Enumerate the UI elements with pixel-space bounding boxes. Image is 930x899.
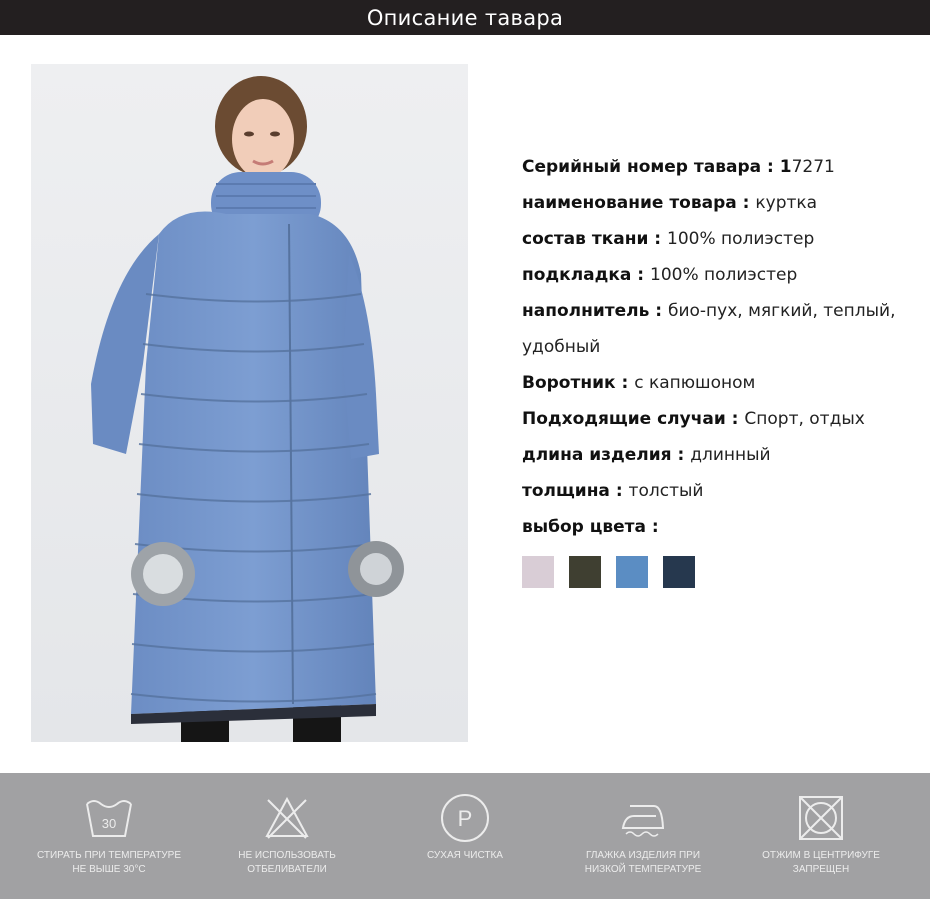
spec-list: Серийный номер тавара : 17271 наименован… <box>522 149 912 545</box>
spec-filler: наполнитель : био-пух, мягкий, теплый, у… <box>522 301 896 357</box>
spec-color-choice: выбор цвета : <box>522 517 659 537</box>
color-swatch-navy[interactable] <box>663 556 695 588</box>
wash-30-icon: 30 <box>84 791 134 845</box>
care-item-wash: 30 СТИРАТЬ ПРИ ТЕМПЕРАТУРЕ НЕ ВЫШЕ 30°С <box>20 773 198 877</box>
color-swatch-pink[interactable] <box>522 556 554 588</box>
spec-serial: Серийный номер тавара : 17271 <box>522 157 835 177</box>
header-bar: Описание тавара <box>0 0 930 35</box>
color-swatch-blue[interactable] <box>616 556 648 588</box>
no-bleach-icon <box>264 791 310 845</box>
care-instructions-bar: 30 СТИРАТЬ ПРИ ТЕМПЕРАТУРЕ НЕ ВЫШЕ 30°С Н… <box>0 773 930 899</box>
spec-collar: Воротник : с капюшоном <box>522 373 756 393</box>
no-tumble-dry-icon <box>798 791 844 845</box>
care-item-no-bleach: НЕ ИСПОЛЬЗОВАТЬ ОТБЕЛИВАТЕЛИ <box>198 773 376 877</box>
wash-temperature: 30 <box>102 816 116 831</box>
color-swatches <box>522 556 695 588</box>
care-item-iron: ГЛАЖКА ИЗДЕЛИЯ ПРИ НИЗКОЙ ТЕМПЕРАТУРЕ <box>554 773 732 877</box>
color-swatch-olive[interactable] <box>569 556 601 588</box>
dry-clean-letter: P <box>458 806 473 831</box>
dry-clean-p-icon: P <box>440 791 490 845</box>
spec-name: наименование товара : куртка <box>522 193 818 213</box>
care-item-no-spin: ОТЖИМ В ЦЕНТРИФУГЕ ЗАПРЕЩЕН <box>732 773 910 877</box>
spec-length: длина изделия : длинный <box>522 445 771 465</box>
spec-lining: подкладка : 100% полиэстер <box>522 265 798 285</box>
spec-occasions: Подходящие случаи : Спорт, отдых <box>522 409 865 429</box>
iron-low-icon <box>620 791 666 845</box>
product-photo <box>31 64 468 742</box>
care-item-dry-clean: P СУХАЯ ЧИСТКА <box>376 773 554 863</box>
spec-thickness: толщина : толстый <box>522 481 704 501</box>
page-title: Описание тавара <box>366 5 564 30</box>
spec-fabric: состав ткани : 100% полиэстер <box>522 229 815 249</box>
